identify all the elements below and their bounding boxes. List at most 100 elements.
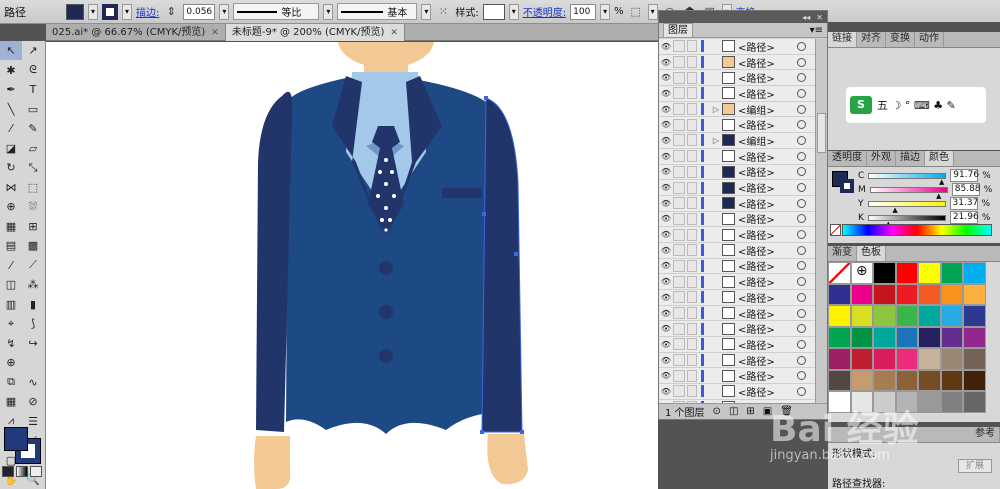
blob-brush-icon[interactable]: ◪ [0,139,22,158]
layer-row[interactable]: 👁 <路径> [659,117,816,134]
color-swatch[interactable] [918,348,941,370]
stroke-dropdown[interactable]: ▾ [122,3,132,20]
visibility-eye-icon[interactable]: 👁 [659,277,673,286]
color-swatch[interactable] [828,391,851,413]
slice-tool-icon[interactable]: ⟆ [22,314,44,333]
stroke-weight-input[interactable]: 0.056 [183,3,216,20]
grid-icon[interactable]: ▦ [0,392,22,411]
direct-selection-tool-icon[interactable]: ↗ [22,41,44,60]
brush-definition[interactable]: 基本 [337,3,418,20]
visibility-eye-icon[interactable]: 👁 [659,89,673,98]
target-circle-icon[interactable] [797,151,806,161]
envelope-icon[interactable]: ⧉ [0,373,22,392]
lock-toggle-2[interactable] [687,56,697,69]
color-swatch[interactable] [963,326,986,348]
stroke-swatch[interactable] [102,3,118,20]
panel-tab[interactable]: 渐变 [828,246,857,261]
lock-toggle-2[interactable] [687,197,697,210]
color-swatch[interactable] [918,326,941,348]
target-circle-icon[interactable] [797,167,806,177]
color-swatch[interactable] [873,326,896,348]
stroke-weight-dropdown[interactable]: ▾ [219,3,230,20]
style-dropdown[interactable]: ▾ [508,3,519,20]
visibility-eye-icon[interactable]: 👁 [659,324,673,333]
visibility-eye-icon[interactable]: 👁 [659,42,673,51]
rectangle-tool-icon[interactable]: ▭ [22,100,44,119]
color-swatch[interactable] [963,348,986,370]
pen-tool-icon[interactable]: ✒ [0,80,22,99]
layer-row[interactable]: 👁 <路径> [659,305,816,322]
visibility-eye-icon[interactable]: 👁 [659,136,673,145]
target-circle-icon[interactable] [797,386,806,396]
symbol-sprayer-icon[interactable]: ⁂ [22,275,44,294]
layer-row[interactable]: 👁 <路径> [659,86,816,102]
panel-tab[interactable]: 动作 [915,32,944,47]
visibility-eye-icon[interactable]: 👁 [659,340,673,349]
color-swatch[interactable] [940,326,963,348]
color-swatch[interactable] [850,326,873,348]
layer-row[interactable]: 👁 <路径> [659,211,816,228]
lock-toggle[interactable] [673,369,685,382]
close-icon[interactable]: ✕ [211,25,219,41]
lock-toggle[interactable] [673,228,685,241]
color-swatch[interactable] [850,369,873,391]
channel-slider[interactable]: ▲ [869,186,948,200]
lock-toggle[interactable] [673,134,685,147]
lock-toggle-2[interactable] [687,338,697,351]
live-paint-icon[interactable]: ⛆ [22,197,44,216]
channel-value-input[interactable]: 31.37 [949,197,978,210]
target-circle-icon[interactable] [797,88,806,98]
color-swatch[interactable] [918,369,941,391]
lock-toggle-2[interactable] [687,134,697,147]
lock-toggle[interactable] [673,354,685,367]
layer-row[interactable]: 👁 <路径> [659,227,816,243]
layers-tab[interactable]: 图层 [663,23,693,37]
layer-row[interactable]: 👁 <路径> [659,352,816,369]
target-circle-icon[interactable] [797,120,806,130]
lock-toggle[interactable] [673,118,685,131]
target-circle-icon[interactable] [797,277,806,287]
color-swatch[interactable] [828,326,851,348]
visibility-eye-icon[interactable]: 👁 [659,309,673,318]
lock-toggle[interactable] [673,40,685,53]
target-circle-icon[interactable] [797,41,806,51]
line-tool-icon[interactable]: ╲ [0,100,22,119]
visibility-eye-icon[interactable]: 👁 [659,214,673,223]
lock-toggle[interactable] [673,244,685,257]
variable-width-profile[interactable]: 等比 [233,3,320,20]
color-swatch[interactable] [940,283,963,305]
lock-toggle[interactable] [673,197,685,210]
color-swatch[interactable] [850,283,873,305]
lock-toggle-2[interactable] [687,212,697,225]
color-swatch[interactable] [895,348,918,370]
lock-toggle[interactable] [673,150,685,163]
lock-toggle[interactable] [673,291,685,304]
brush-options-icon[interactable]: ⁙ [435,4,451,20]
layer-row[interactable]: 👁 <路径> [659,54,816,71]
color-swatch[interactable] [918,391,941,413]
lock-toggle-2[interactable] [687,118,697,131]
eyedropper-icon[interactable]: ⁄ [0,256,22,275]
eraser-icon[interactable]: ▱ [22,139,44,158]
target-circle-icon[interactable] [797,73,806,83]
lock-toggle-2[interactable] [687,71,697,84]
lock-toggle-2[interactable] [687,103,697,116]
close-icon[interactable]: ✕ [816,13,823,22]
lock-toggle[interactable] [673,385,685,398]
lock-toggle[interactable] [673,87,685,100]
target-circle-icon[interactable] [797,214,806,224]
color-swatch[interactable] [828,283,851,305]
scale-tool-icon[interactable]: ⤡ [22,158,44,177]
lock-toggle[interactable] [673,307,685,320]
opacity-dropdown[interactable]: ▾ [600,3,611,20]
color-swatch[interactable] [895,283,918,305]
layer-row[interactable]: 👁 ▷ <编组> [659,133,816,149]
channel-slider[interactable]: ▲ [867,214,946,228]
color-swatch[interactable]: ⊕ [850,262,873,284]
type-tool-icon[interactable]: T [22,80,44,99]
target-circle-icon[interactable] [797,261,806,271]
layer-row[interactable]: 👁 <路径> [659,384,816,400]
target-circle-icon[interactable] [797,57,806,67]
target-circle-icon[interactable] [797,198,806,208]
visibility-eye-icon[interactable]: 👁 [659,371,673,380]
